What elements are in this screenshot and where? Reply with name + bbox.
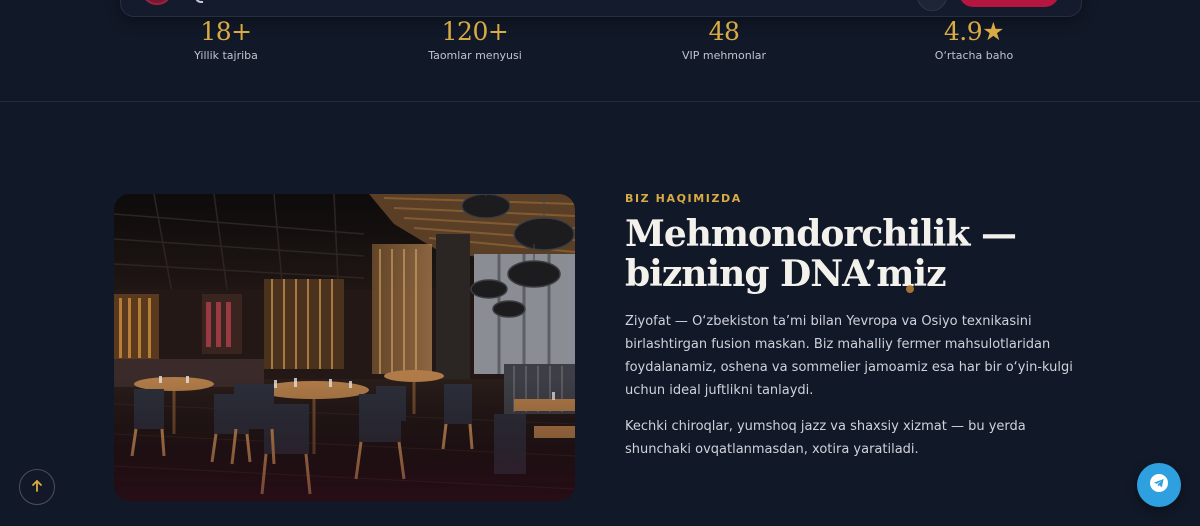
- stat-label: Taomlar menyusi: [428, 49, 522, 62]
- cursor-follower: [906, 285, 914, 293]
- restaurant-interior-photo: [114, 194, 575, 501]
- section-title-line-2: bizning DNA’miz: [625, 253, 947, 295]
- stat-value: 120+: [441, 17, 509, 46]
- about-paragraph-2: Kechki chiroqlar, yumshoq jazz va shaxsi…: [625, 419, 1026, 457]
- stat-value: 18+: [200, 17, 252, 46]
- header-icon-button[interactable]: [917, 0, 947, 11]
- stat-vip: 48 VIP mehmonlar: [614, 17, 834, 63]
- stat-experience: 18+ Yillik tajriba: [116, 17, 336, 63]
- telegram-chat-button[interactable]: [1137, 463, 1181, 507]
- logo[interactable]: [141, 0, 173, 5]
- section-divider: [0, 101, 1200, 102]
- stat-value: 4.9★: [943, 17, 1005, 46]
- section-title-line-1: Mehmondorchilik —: [625, 213, 1017, 255]
- about-paragraph-1: Ziyofat — O‘zbekiston ta’mi bilan Yevrop…: [625, 314, 1073, 398]
- back-to-top-button[interactable]: [19, 469, 55, 505]
- section-eyebrow: BIZ HAQIMIZDA: [625, 192, 742, 205]
- site-header: [120, 0, 1082, 17]
- reserve-button[interactable]: [959, 0, 1059, 7]
- section-title: Mehmondorchilik — bizning DNA’miz: [625, 214, 1095, 294]
- stat-rating: 4.9★ O‘rtacha baho: [864, 17, 1084, 63]
- brand-name-fragment: [195, 0, 203, 3]
- arrow-up-icon: [30, 478, 44, 497]
- stat-menu: 120+ Taomlar menyusi: [365, 17, 585, 63]
- stat-label: O‘rtacha baho: [934, 49, 1014, 62]
- stat-value: 48: [708, 17, 740, 46]
- stat-label: VIP mehmonlar: [681, 49, 767, 62]
- stat-label: Yillik tajriba: [194, 49, 258, 62]
- telegram-icon: [1149, 473, 1169, 497]
